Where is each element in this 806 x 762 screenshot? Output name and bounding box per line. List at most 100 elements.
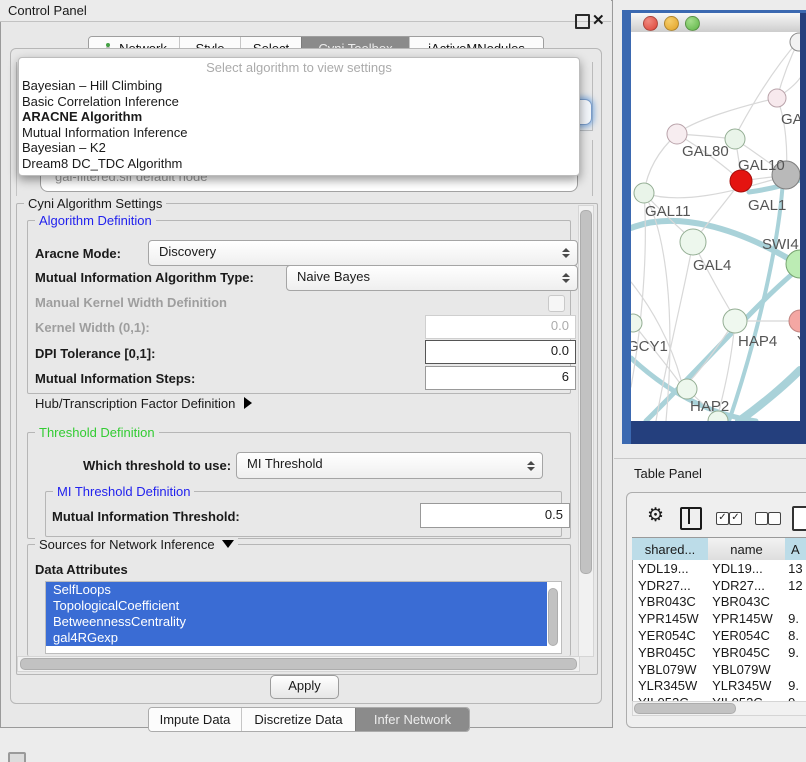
select-all-checks-icon[interactable]: ✓	[716, 512, 729, 525]
threshold-definition-title: Threshold Definition	[35, 425, 159, 440]
algorithm-popup-item[interactable]: ARACNE Algorithm	[19, 109, 579, 125]
data-attribute-item[interactable]: SelfLoops	[46, 582, 547, 598]
aracne-mode-label: Aracne Mode:	[35, 246, 121, 261]
algorithm-popup-item[interactable]: Bayesian – Hill Climbing	[19, 78, 579, 94]
network-canvas[interactable]: GALGAL80GAL10GAL1GAL11SWI4GAL4HAP4YGCY1H…	[631, 32, 800, 421]
minimize-traffic-light[interactable]	[664, 16, 679, 31]
deselect-all-checks-icon[interactable]	[768, 512, 781, 525]
data-attribute-item[interactable]: TopologicalCoefficient	[46, 598, 547, 614]
combo-stepper-icon	[562, 273, 570, 283]
table-row[interactable]: YBR045CYBR045C9.	[633, 644, 806, 661]
table-hscrollbar-thumb[interactable]	[634, 703, 736, 714]
network-node-gal7[interactable]	[768, 89, 786, 107]
network-node-hap4[interactable]	[723, 309, 747, 333]
network-node-y[interactable]	[789, 310, 800, 332]
settings-vscrollbar-thumb[interactable]	[580, 210, 592, 574]
hub-definition-toggle[interactable]: Hub/Transcription Factor Definition	[35, 396, 252, 411]
table-row[interactable]: YLR345WYLR345W9.	[633, 678, 806, 695]
manual-kernel-checkbox[interactable]	[548, 295, 565, 312]
dpi-tolerance-field[interactable]: 0.0	[425, 340, 576, 364]
table-cell: YLR345W	[707, 678, 782, 693]
node-label: GAL1	[748, 197, 786, 214]
network-edge	[729, 180, 783, 421]
export-table-icon[interactable]	[792, 506, 806, 531]
node-label: GAL4	[693, 257, 731, 274]
column-header-shared-name[interactable]: shared...	[632, 537, 709, 561]
algorithm-popup-item[interactable]: Bayesian – K2	[19, 140, 579, 156]
algorithm-popup-prompt: Select algorithm to view settings	[19, 60, 579, 78]
column-header-clipped[interactable]: A	[785, 537, 806, 561]
manual-kernel-label: Manual Kernel Width Definition	[35, 295, 227, 310]
network-node-swi4[interactable]	[786, 250, 800, 278]
column-header-name[interactable]: name	[708, 537, 786, 561]
float-panel-icon[interactable]	[575, 14, 590, 29]
network-node-gal4[interactable]	[680, 229, 706, 255]
table-row[interactable]: YBR043CYBR043C	[633, 594, 806, 611]
table-row[interactable]: YPR145WYPR145W9.	[633, 610, 806, 627]
expand-right-icon	[244, 397, 252, 409]
table-cell: YDR27...	[707, 578, 782, 593]
close-traffic-light[interactable]	[643, 16, 658, 31]
mi-threshold-group-title: MI Threshold Definition	[53, 484, 194, 499]
data-attributes-list[interactable]: SelfLoopsTopologicalCoefficientBetweenne…	[45, 581, 562, 654]
group-border-fragment	[592, 62, 593, 131]
network-node-gal80[interactable]	[667, 124, 687, 144]
network-view-frame[interactable]: GALGAL80GAL10GAL1GAL11SWI4GAL4HAP4YGCY1H…	[622, 10, 806, 444]
bottom-tabbar: Impute Data Discretize Data Infer Networ…	[148, 707, 470, 732]
node-table[interactable]: YDL19...YDL19...13YDR27...YDR27...12YBR0…	[632, 560, 806, 701]
group-border-fragment	[578, 130, 593, 131]
table-panel-separator	[614, 458, 806, 459]
table-cell: YER054C	[633, 628, 707, 643]
algorithm-popup-item[interactable]: Dream8 DC_TDC Algorithm	[19, 156, 579, 172]
which-threshold-label: Which threshold to use:	[83, 458, 231, 473]
node-label: GAL11	[645, 203, 691, 220]
settings-hscrollbar-thumb[interactable]	[20, 658, 577, 670]
table-row[interactable]: YDL19...YDL19...13	[633, 560, 806, 577]
mi-steps-label: Mutual Information Steps:	[35, 371, 195, 386]
group-border-fragment	[592, 140, 593, 196]
select-all-checks-icon[interactable]: ✓	[729, 512, 742, 525]
deselect-all-checks-icon[interactable]	[755, 512, 768, 525]
table-cell: YBR043C	[633, 594, 707, 609]
attributes-list-scrollbar[interactable]	[548, 588, 558, 646]
gear-icon[interactable]: ⚙	[647, 504, 664, 527]
which-threshold-combo[interactable]: MI Threshold	[236, 452, 543, 479]
network-node-hap2[interactable]	[677, 379, 697, 399]
algorithm-popup-item[interactable]: Mutual Information Inference	[19, 125, 579, 141]
network-window-titlebar[interactable]	[631, 13, 800, 33]
table-row[interactable]: YER054CYER054C8.	[633, 627, 806, 644]
table-row[interactable]: YBL079WYBL079W	[633, 661, 806, 678]
table-row[interactable]: YDR27...YDR27...12	[633, 577, 806, 594]
group-border-fragment	[16, 62, 17, 196]
kernel-width-field[interactable]: 0.0	[425, 315, 576, 339]
minimized-panel-icon[interactable]	[8, 752, 26, 762]
mi-threshold-field[interactable]: 0.5	[420, 503, 570, 528]
sources-group-title[interactable]: Sources for Network Inference	[35, 537, 238, 552]
close-panel-icon[interactable]: ✕	[592, 11, 605, 29]
mi-type-combo[interactable]: Naive Bayes	[286, 265, 578, 291]
mi-steps-field[interactable]: 6	[425, 366, 576, 390]
frame-left-border	[622, 10, 631, 444]
mi-type-label: Mutual Information Algorithm Type:	[35, 270, 254, 285]
aracne-mode-combo[interactable]: Discovery	[148, 240, 578, 266]
data-attribute-item[interactable]: BetweennessCentrality	[46, 614, 547, 630]
apply-button[interactable]: Apply	[270, 675, 339, 699]
zoom-traffic-light[interactable]	[685, 16, 700, 31]
column-layout-icon[interactable]	[680, 507, 702, 530]
control-panel-title: Control Panel	[8, 3, 87, 18]
screen: Control Panel ✕ Network Style Select Cyn…	[0, 0, 806, 762]
algorithm-popup-item[interactable]: Basic Correlation Inference	[19, 94, 579, 110]
table-cell: YLR345W	[633, 678, 707, 693]
combo-stepper-icon	[562, 248, 570, 258]
data-attribute-item[interactable]: gal4RGexp	[46, 630, 547, 646]
table-cell: YDL19...	[633, 561, 707, 576]
table-panel-title: Table Panel	[634, 466, 702, 481]
network-node-gal11[interactable]	[634, 183, 654, 203]
table-cell: YBR045C	[633, 645, 707, 660]
tab-infer-network[interactable]: Infer Network	[355, 708, 469, 731]
table-row[interactable]: YIL052CYIL052C9.	[633, 694, 806, 701]
tab-impute-data[interactable]: Impute Data	[149, 708, 241, 731]
algorithm-select-popup: Select algorithm to view settings Bayesi…	[18, 57, 580, 176]
tab-discretize-data[interactable]: Discretize Data	[241, 708, 355, 731]
table-cell: YDL19...	[707, 561, 782, 576]
